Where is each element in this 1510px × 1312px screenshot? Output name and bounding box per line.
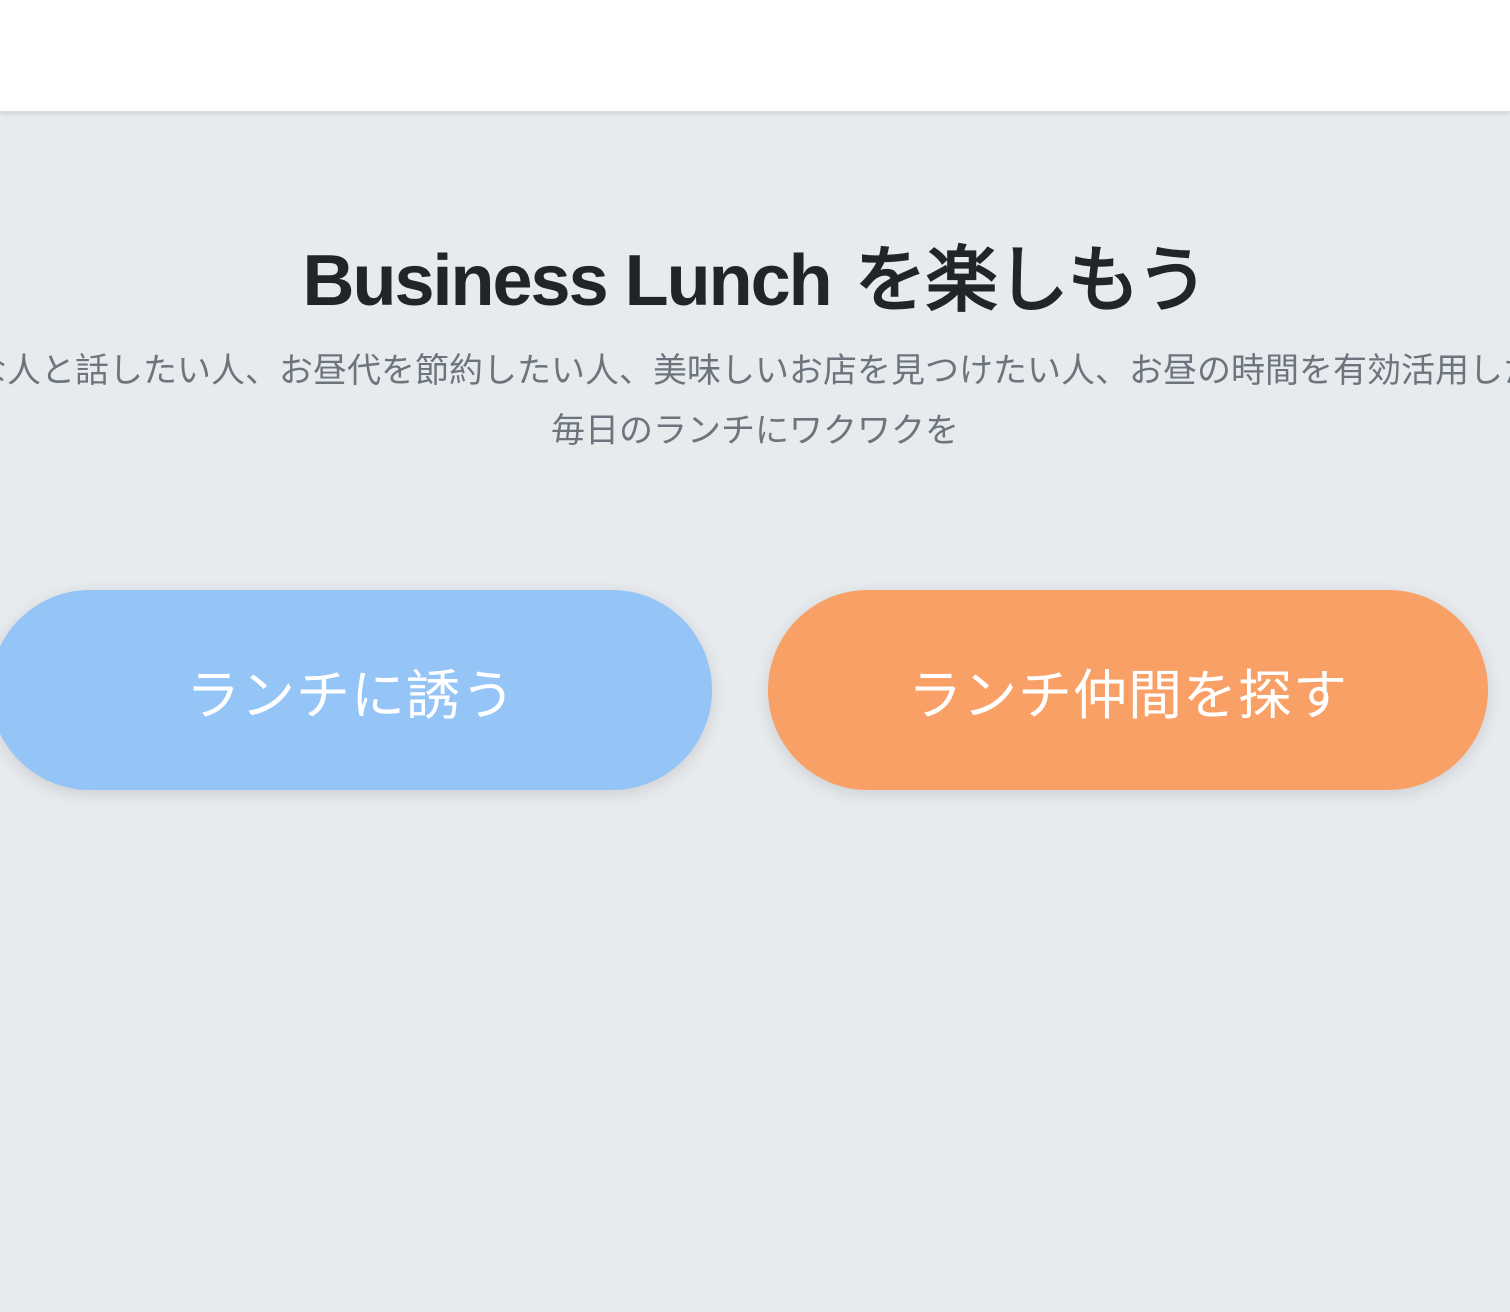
- top-navbar: [0, 0, 1510, 112]
- hero-tagline-line2: 毎日のランチにワクワクを: [551, 411, 959, 451]
- invite-lunch-button[interactable]: ランチに誘う: [0, 590, 712, 790]
- page: Business Lunch を楽しもう 色々な人と話したい人、お昼代を節約した…: [0, 0, 1510, 1312]
- hero-tagline-line1: 色々な人と話したい人、お昼代を節約したい人、美味しいお店を見つけたい人、お昼の時…: [0, 351, 1510, 391]
- hero-title-suffix: を楽しもう: [830, 238, 1209, 322]
- find-lunch-buddy-button[interactable]: ランチ仲間を探す: [768, 590, 1488, 790]
- hero-title-brand: Business Lunch: [302, 241, 832, 321]
- hero-title: Business Lunch を楽しもう: [0, 232, 1510, 329]
